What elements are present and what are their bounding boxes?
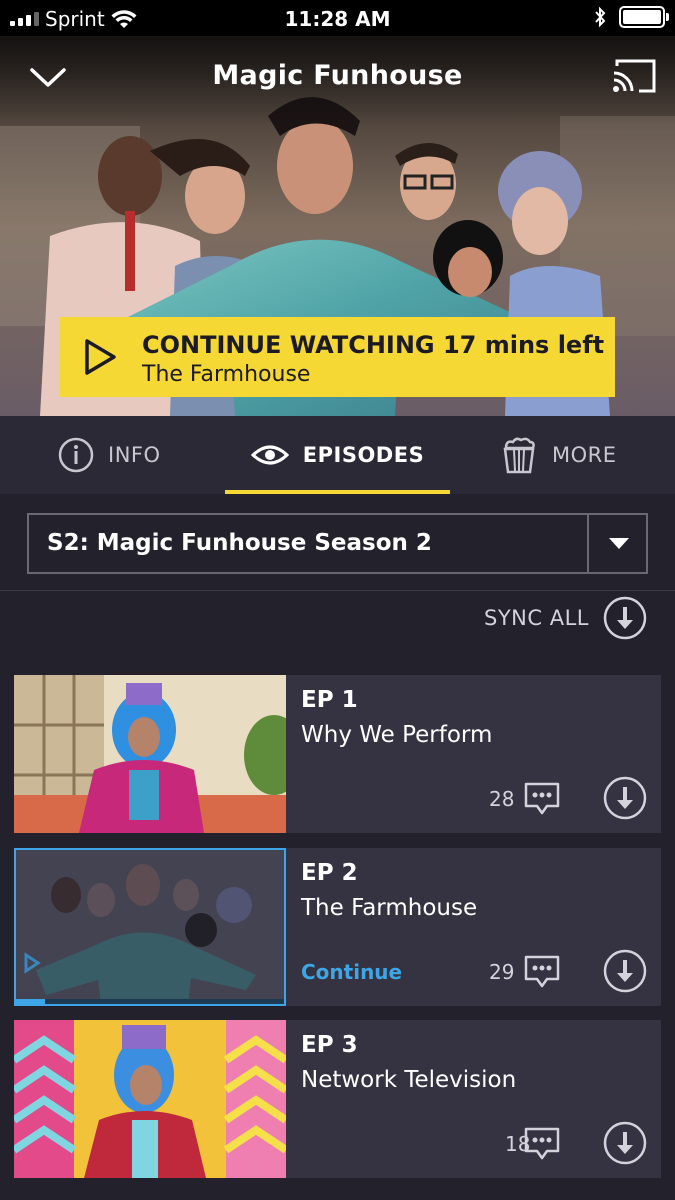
episode-thumbnail[interactable] [14, 675, 286, 833]
battery-fill [623, 10, 661, 24]
play-icon [85, 339, 116, 375]
tab-info[interactable]: INFO [58, 416, 161, 494]
hero-header: Magic Funhouse [0, 36, 675, 116]
episode-card[interactable]: EP 1 Why We Perform 28 [14, 675, 661, 833]
hero-image[interactable]: Magic Funhouse CONTINUE WATCHING 17 mins… [0, 36, 675, 416]
tab-episodes[interactable]: EPISODES [225, 416, 450, 494]
episode-2-thumbnail-art [16, 850, 284, 1004]
progress-fill [16, 999, 46, 1004]
episode-card[interactable]: EP 3 Network Television 18 [14, 1020, 661, 1178]
section-divider [0, 590, 675, 591]
episode-title: Why We Perform [301, 722, 493, 748]
download-icon[interactable] [603, 949, 647, 993]
progress-track [16, 999, 284, 1004]
continue-watching-label: CONTINUE WATCHING 17 mins left [142, 331, 605, 359]
cast-icon[interactable] [611, 58, 657, 94]
episode-number: EP 3 [301, 1032, 358, 1058]
tab-more-label: MORE [552, 443, 617, 467]
active-tab-indicator [225, 490, 450, 494]
popcorn-icon [503, 437, 535, 474]
caret-down-icon [608, 537, 629, 549]
eye-icon [250, 445, 289, 465]
sync-all-button[interactable]: SYNC ALL [484, 596, 647, 640]
episode-3-thumbnail-art [14, 1020, 286, 1178]
season-selected-value: S2: Magic Funhouse Season 2 [47, 530, 432, 556]
comment-count: 29 [489, 960, 515, 984]
tab-bar: INFO EPISODES MORE [0, 416, 675, 494]
clock: 11:28 AM [284, 7, 391, 31]
episode-number: EP 2 [301, 860, 358, 886]
page-title: Magic Funhouse [212, 60, 463, 91]
comment-count: 28 [489, 787, 515, 811]
episode-card[interactable]: EP 2 The Farmhouse Continue 29 [14, 848, 661, 1006]
info-icon [58, 437, 94, 473]
comment-icon[interactable] [523, 1126, 561, 1162]
download-icon[interactable] [603, 776, 647, 820]
tab-info-label: INFO [108, 443, 161, 467]
continue-episode-title: The Farmhouse [142, 362, 311, 387]
episode-1-thumbnail-art [14, 675, 286, 833]
episode-title: The Farmhouse [301, 895, 478, 921]
episode-thumbnail[interactable] [14, 1020, 286, 1178]
episode-number: EP 1 [301, 687, 358, 713]
tab-episodes-label: EPISODES [302, 443, 425, 467]
continue-watching-banner[interactable]: CONTINUE WATCHING 17 mins left The Farmh… [60, 317, 615, 397]
battery-icon [619, 6, 669, 28]
episode-thumbnail[interactable] [14, 848, 286, 1006]
sync-all-label: SYNC ALL [484, 606, 589, 630]
season-dropdown[interactable]: S2: Magic Funhouse Season 2 [27, 513, 648, 574]
bluetooth-icon [595, 6, 606, 28]
continue-link[interactable]: Continue [301, 960, 402, 984]
download-icon[interactable] [603, 1121, 647, 1165]
status-bar: Sprint 11:28 AM [0, 0, 675, 36]
dropdown-toggle[interactable] [589, 515, 648, 572]
comment-icon[interactable] [523, 781, 561, 817]
download-icon [603, 596, 647, 640]
status-icons [593, 6, 669, 28]
comment-icon[interactable] [523, 954, 561, 990]
tab-more[interactable]: MORE [500, 416, 617, 494]
episode-title: Network Television [301, 1067, 517, 1093]
